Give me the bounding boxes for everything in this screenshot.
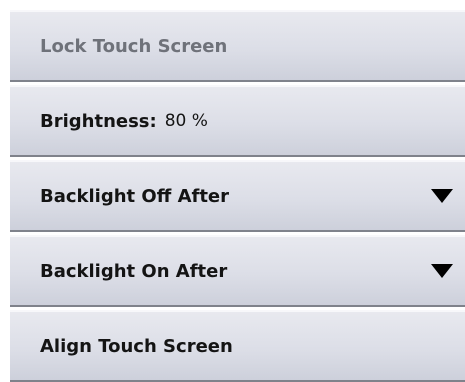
- align-touch-screen-item[interactable]: Align Touch Screen: [10, 310, 465, 382]
- backlight-off-after-label: Backlight Off After: [40, 185, 230, 207]
- lock-touch-screen-item[interactable]: Lock Touch Screen: [10, 10, 465, 82]
- backlight-on-after-label: Backlight On After: [40, 260, 228, 282]
- backlight-on-after-dropdown[interactable]: Backlight On After: [10, 235, 465, 307]
- lock-touch-screen-label: Lock Touch Screen: [40, 35, 228, 57]
- brightness-value: 80 %: [164, 111, 208, 131]
- brightness-label: Brightness:: [40, 110, 157, 132]
- align-touch-screen-label: Align Touch Screen: [40, 335, 233, 357]
- chevron-down-icon[interactable]: [431, 264, 453, 278]
- brightness-item[interactable]: Brightness: 80 %: [10, 85, 465, 157]
- settings-menu: Lock Touch Screen Brightness: 80 % Backl…: [0, 0, 465, 382]
- backlight-off-after-dropdown[interactable]: Backlight Off After: [10, 160, 465, 232]
- chevron-down-icon[interactable]: [431, 189, 453, 203]
